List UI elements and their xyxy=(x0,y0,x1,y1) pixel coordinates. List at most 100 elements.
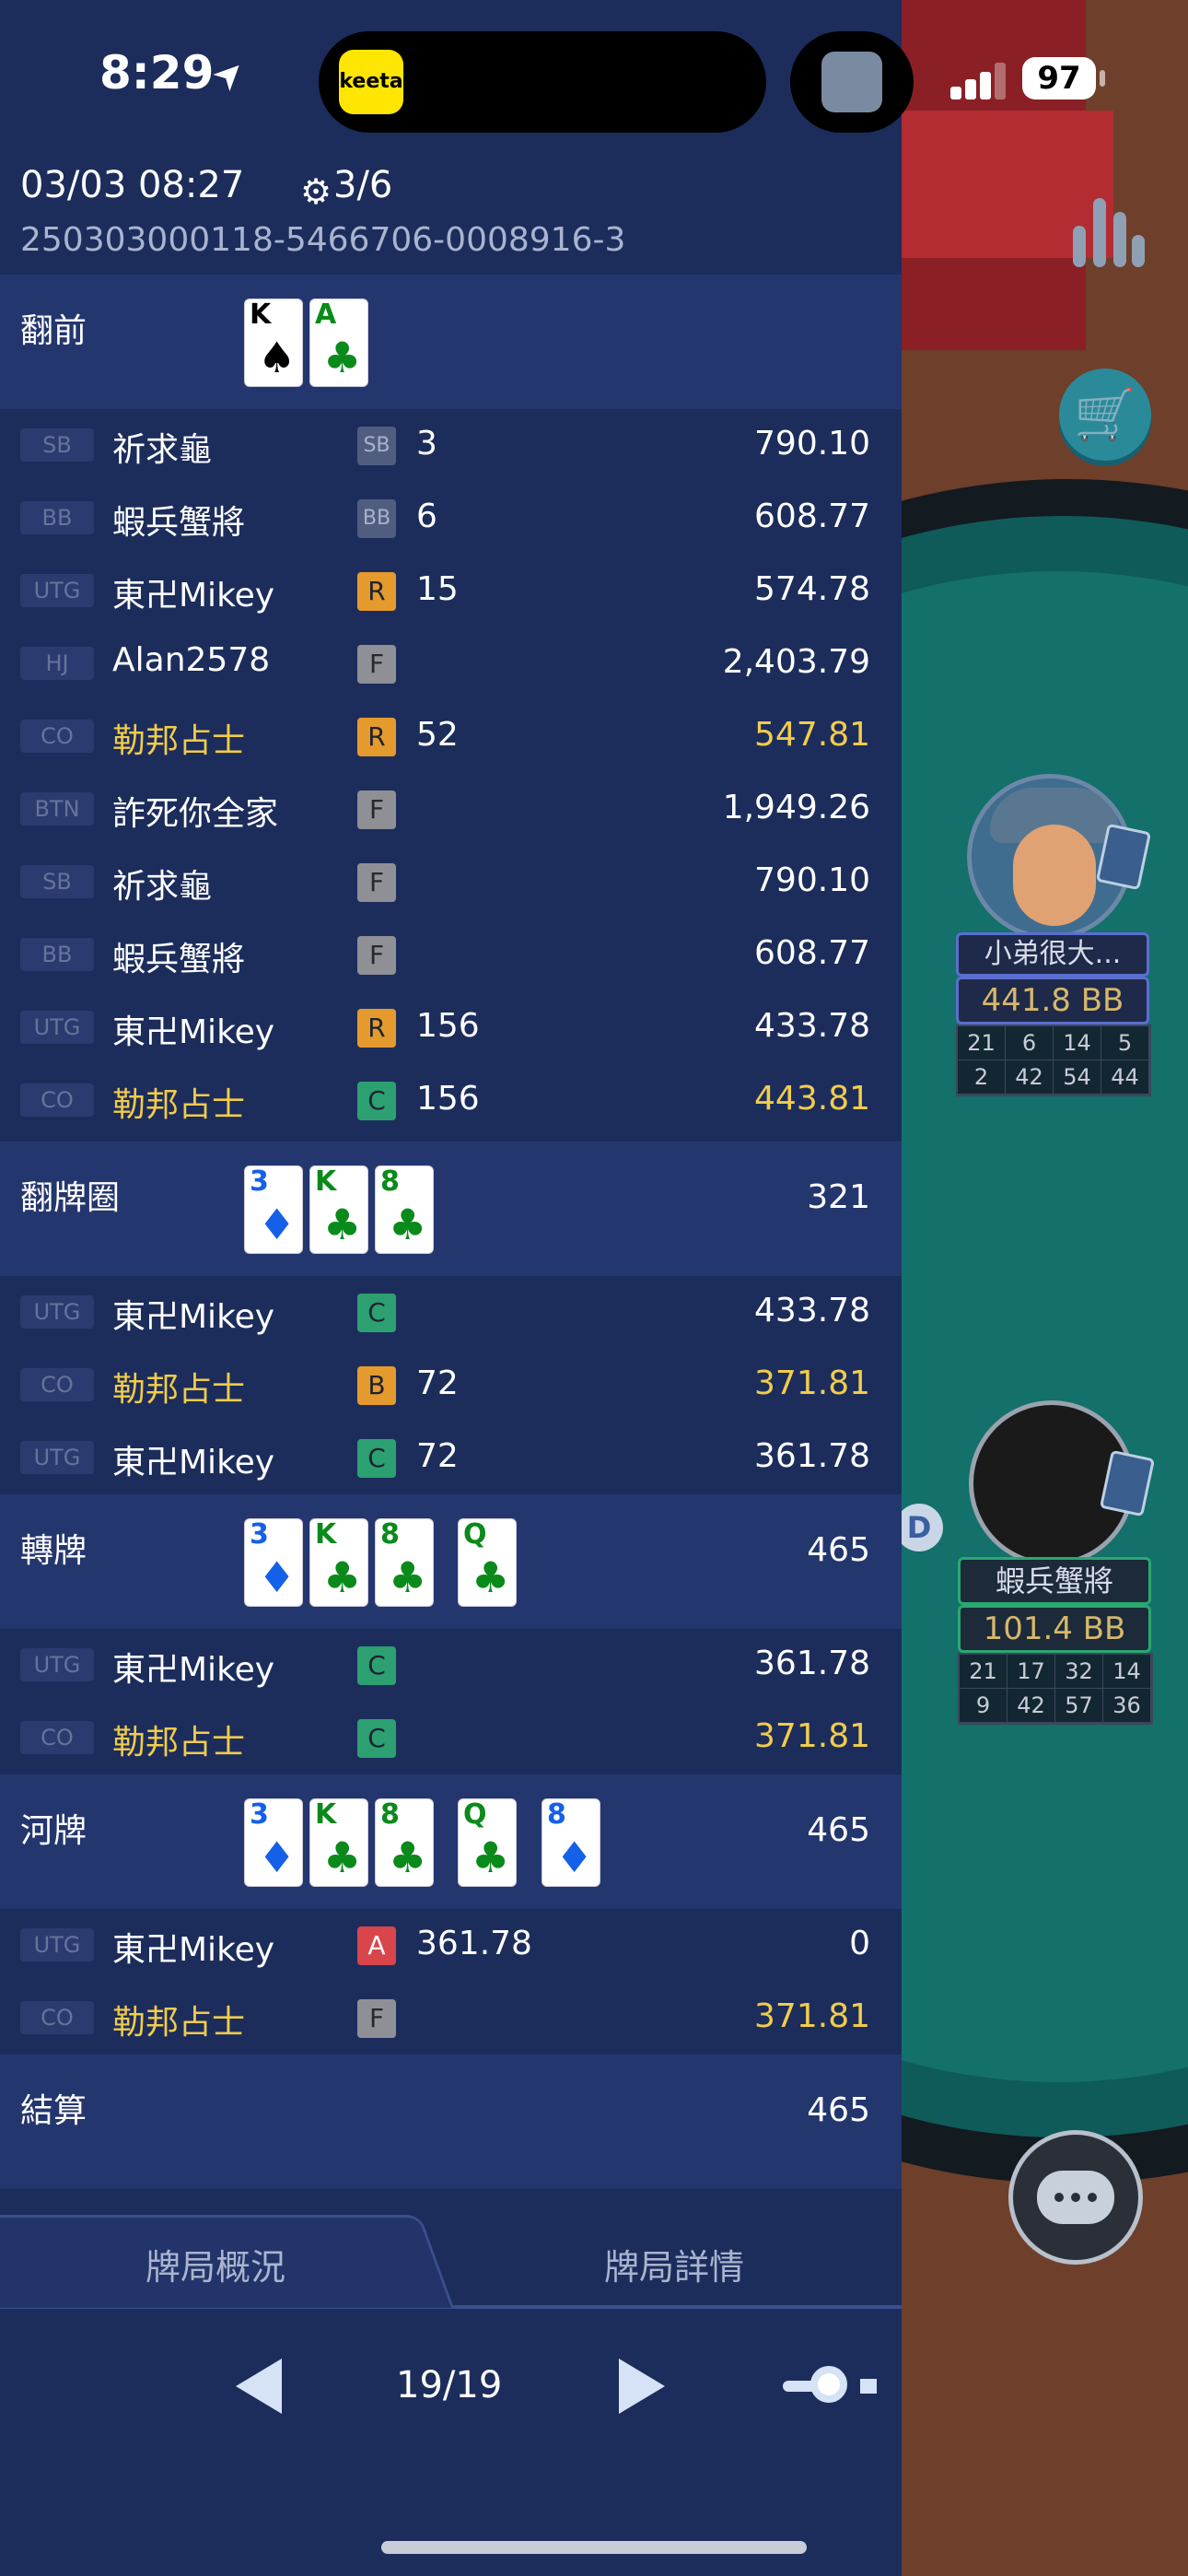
remaining-stack: 0 xyxy=(849,1925,870,1962)
position-tag: UTG xyxy=(20,574,94,607)
player-name: 勒邦占士 xyxy=(112,1724,246,1762)
playing-card: 8 ♣ xyxy=(375,1798,434,1887)
replay-slider-icon[interactable] xyxy=(783,2366,879,2406)
action-amount: 52 xyxy=(416,716,459,754)
action-amount: 72 xyxy=(416,1437,459,1475)
card-rank: Q xyxy=(463,1518,487,1551)
keeta-app-icon: keeta xyxy=(339,50,403,114)
card-suit-icon: ♦ xyxy=(258,1552,297,1602)
card-suit-icon: ♣ xyxy=(472,1832,510,1882)
hud-stat-value: 21 xyxy=(960,1655,1007,1689)
previous-hand-button[interactable] xyxy=(236,2359,282,2414)
hud-stat-value: 6 xyxy=(1006,1026,1054,1060)
action-badge: C xyxy=(357,1439,396,1478)
home-indicator[interactable] xyxy=(381,2541,807,2554)
avatar-face xyxy=(1013,825,1096,926)
card-rank: Q xyxy=(463,1798,487,1831)
tab-detail[interactable]: 牌局詳情 xyxy=(604,2239,744,2289)
action-row: UTG 東卍Mikey R 156 433.78 xyxy=(0,990,902,1063)
seat-hud-stats: 21 17 32 14 9 42 57 36 xyxy=(958,1653,1153,1725)
action-amount: 156 xyxy=(416,1080,480,1118)
action-badge: BB xyxy=(357,499,396,538)
street-header-turn: 轉牌 465 3 ♦ K ♣ 8 ♣ Q ♣ xyxy=(0,1494,902,1629)
action-badge: R xyxy=(357,718,396,756)
action-row: CO 勒邦占士 F 371.81 xyxy=(0,1981,902,2054)
action-badge: R xyxy=(357,1009,396,1048)
position-tag: UTG xyxy=(20,1648,94,1681)
hud-stat-value: 42 xyxy=(1006,1060,1054,1095)
card-rank: K xyxy=(315,1518,337,1551)
hud-stat-value: 44 xyxy=(1101,1060,1149,1095)
remaining-stack: 790.10 xyxy=(754,425,870,463)
cellular-signal-icon xyxy=(950,63,1007,100)
seat-player-stack: 441.8 BB xyxy=(956,977,1149,1025)
seat-player-name: 小弟很大... xyxy=(956,932,1149,977)
action-row: BTN 詐死你全家 F 1,949.26 xyxy=(0,772,902,845)
action-badge: R xyxy=(357,572,396,611)
remaining-stack: 1,949.26 xyxy=(722,789,870,826)
playing-card: 8 ♣ xyxy=(375,1518,434,1607)
card-suit-icon: ♣ xyxy=(389,1832,427,1882)
hud-stat-value: 17 xyxy=(1007,1655,1055,1689)
player-name: 東卍Mikey xyxy=(112,1013,275,1051)
action-badge: C xyxy=(357,1719,396,1758)
position-tag: SB xyxy=(20,865,94,898)
battery-indicator: 97 xyxy=(1022,57,1096,100)
player-name: 東卍Mikey xyxy=(112,1651,275,1689)
hand-history-panel: 翻前 K ♠ A ♣ SB 祈求龜 SB 3 790.10 BB 蝦兵蟹將 BB 6 608.77 UTG 東卍… xyxy=(0,0,902,2576)
tab-bar: 牌局概況 牌局詳情 xyxy=(0,2206,902,2309)
chat-bubble-icon xyxy=(1037,2171,1114,2224)
hand-player-count: 3/6 xyxy=(333,164,393,206)
activity-thumbnail xyxy=(821,52,882,112)
remaining-stack: 371.81 xyxy=(754,1364,870,1402)
player-name: 詐死你全家 xyxy=(112,795,279,833)
action-row: UTG 東卍Mikey C 361.78 xyxy=(0,1628,902,1701)
action-badge: C xyxy=(357,1294,396,1332)
hud-stat-value: 2 xyxy=(958,1060,1006,1095)
card-rank: 8 xyxy=(547,1798,566,1831)
remaining-stack: 574.78 xyxy=(754,570,870,608)
position-tag: CO xyxy=(20,2001,94,2034)
player-name: 祈求龜 xyxy=(112,431,213,469)
playing-card: 3 ♦ xyxy=(244,1798,303,1887)
hand-datetime: 03/03 08:27 xyxy=(20,164,245,206)
ios-status-bar: 8:29 ➤ keeta 97 xyxy=(0,0,1188,157)
action-row: UTG 東卍Mikey C 72 361.78 xyxy=(0,1421,902,1493)
action-badge: F xyxy=(357,863,396,902)
remaining-stack: 443.81 xyxy=(754,1080,870,1118)
tab-overview-label[interactable]: 牌局概況 xyxy=(146,2239,285,2289)
card-rank: 3 xyxy=(250,1165,269,1198)
remaining-stack: 790.10 xyxy=(754,861,870,899)
playing-card: K ♣ xyxy=(309,1165,368,1254)
shop-cart-icon[interactable]: 🛒 xyxy=(1059,369,1151,461)
stats-bar-icon[interactable] xyxy=(1073,198,1147,267)
dealer-button-icon: D xyxy=(895,1504,943,1551)
hud-stat-value: 14 xyxy=(1103,1655,1151,1689)
card-rank: 3 xyxy=(250,1798,269,1831)
position-tag: SB xyxy=(20,428,94,462)
playing-card: A ♣ xyxy=(309,299,368,387)
street-pot: 465 xyxy=(807,1811,870,1849)
position-tag: UTG xyxy=(20,1295,94,1329)
card-suit-icon: ♦ xyxy=(258,1832,297,1882)
action-row: SB 祈求龜 F 790.10 xyxy=(0,845,902,918)
hud-stat-value: 5 xyxy=(1101,1026,1149,1060)
hud-stat-value: 36 xyxy=(1103,1689,1151,1723)
next-hand-button[interactable] xyxy=(619,2359,665,2414)
card-suit-icon: ♣ xyxy=(389,1552,427,1602)
player-name: 勒邦占士 xyxy=(112,2004,246,2042)
battery-tip xyxy=(1100,70,1105,87)
action-row: BB 蝦兵蟹將 F 608.77 xyxy=(0,918,902,990)
action-row: UTG 東卍Mikey A 361.78 0 xyxy=(0,1908,902,1981)
action-badge: F xyxy=(357,790,396,829)
action-badge: C xyxy=(357,1646,396,1685)
chat-button[interactable] xyxy=(1008,2130,1143,2265)
player-name: 祈求龜 xyxy=(112,868,213,906)
remaining-stack: 547.81 xyxy=(754,716,870,754)
status-time: 8:29 xyxy=(99,46,215,100)
street-title: 翻牌圈 xyxy=(20,1179,121,1217)
card-suit-icon: ♣ xyxy=(472,1552,510,1602)
remaining-stack: 608.77 xyxy=(754,498,870,535)
player-name: 東卍Mikey xyxy=(112,1444,275,1481)
hud-stat-value: 14 xyxy=(1054,1026,1101,1060)
